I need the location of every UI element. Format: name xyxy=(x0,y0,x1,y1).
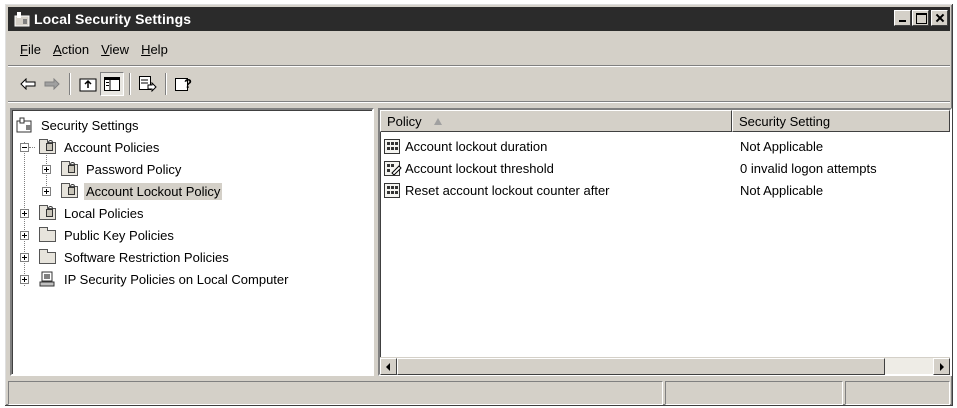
tree-item-password-policy[interactable]: Password Policy xyxy=(16,158,290,180)
status-bar xyxy=(8,381,950,405)
menu-action[interactable]: Action xyxy=(47,42,95,57)
list-row-account-lockout-duration[interactable]: Account lockout duration xyxy=(384,135,547,157)
expand-toggle[interactable] xyxy=(20,274,29,284)
back-icon xyxy=(20,78,36,90)
export-list-icon xyxy=(139,76,157,92)
toolbar-separator xyxy=(165,73,167,95)
toolbar: ? xyxy=(8,68,950,100)
menu-file[interactable]: File xyxy=(14,42,47,57)
menu-help[interactable]: Help xyxy=(135,42,174,57)
tree-item-security-settings[interactable]: Security Settings xyxy=(16,114,290,136)
status-panel-main xyxy=(8,381,663,405)
forward-icon xyxy=(44,78,60,90)
details-pane[interactable]: Policy Security Setting Account lockout … xyxy=(378,108,952,376)
selected-tree-label: Account Lockout Policy xyxy=(84,182,223,200)
status-panel xyxy=(665,381,843,405)
export-list-button[interactable] xyxy=(136,72,160,96)
folder-lock-icon xyxy=(39,139,57,155)
help-icon: ? xyxy=(175,76,192,91)
close-button[interactable] xyxy=(931,10,948,26)
policy-grid-icon xyxy=(384,182,402,199)
svg-text:?: ? xyxy=(184,76,192,91)
folder-lock-icon xyxy=(61,161,79,177)
tree-item-software-restriction-policies[interactable]: Software Restriction Policies xyxy=(16,246,290,268)
list-row-account-lockout-threshold[interactable]: Account lockout threshold xyxy=(384,157,554,179)
forward-button[interactable] xyxy=(40,72,64,96)
list-row-reset-account-lockout-counter[interactable]: Reset account lockout counter after xyxy=(384,179,610,201)
folder-icon xyxy=(39,249,57,265)
toolbar-separator xyxy=(129,73,131,95)
console-tree: Security Settings Account Policies Passw… xyxy=(16,114,290,290)
tree-item-ip-security-policies[interactable]: IP Security Policies on Local Computer xyxy=(16,268,290,290)
expand-toggle[interactable] xyxy=(42,186,51,196)
window-title: Local Security Settings xyxy=(34,11,192,27)
tree-item-public-key-policies[interactable]: Public Key Policies xyxy=(16,224,290,246)
policy-grid-icon xyxy=(384,138,402,155)
security-settings-icon xyxy=(16,117,34,133)
console-tree-pane[interactable]: Security Settings Account Policies Passw… xyxy=(10,108,374,376)
column-header-security-setting[interactable]: Security Setting xyxy=(732,110,950,132)
collapse-toggle[interactable] xyxy=(20,142,29,152)
policy-edit-icon xyxy=(384,160,402,177)
back-button[interactable] xyxy=(16,72,40,96)
up-one-level-button[interactable] xyxy=(76,72,100,96)
list-cell-setting: Not Applicable xyxy=(740,183,824,198)
expand-toggle[interactable] xyxy=(20,230,29,240)
sort-ascending-icon xyxy=(433,117,442,125)
folder-icon xyxy=(39,227,57,243)
up-folder-icon xyxy=(79,78,97,92)
scroll-right-button[interactable] xyxy=(933,358,950,375)
tree-item-account-lockout-policy[interactable]: Account Lockout Policy xyxy=(16,180,290,202)
mmc-window: Local Security Settings File Action View… xyxy=(4,3,954,407)
status-panel xyxy=(845,381,950,405)
maximize-button[interactable] xyxy=(912,10,929,26)
menu-separator xyxy=(8,65,950,67)
list-cell-setting: Not Applicable xyxy=(740,139,824,154)
scroll-thumb[interactable] xyxy=(397,358,885,375)
folder-lock-icon xyxy=(39,205,57,221)
tree-item-account-policies[interactable]: Account Policies xyxy=(16,136,290,158)
scroll-left-button[interactable] xyxy=(380,358,397,375)
tree-item-local-policies[interactable]: Local Policies xyxy=(16,202,290,224)
horizontal-scrollbar[interactable] xyxy=(380,357,950,375)
help-button[interactable]: ? xyxy=(172,72,196,96)
menu-view[interactable]: View xyxy=(95,42,135,57)
minimize-button[interactable] xyxy=(894,10,911,26)
toolbar-separator xyxy=(69,73,71,95)
title-bar[interactable]: Local Security Settings xyxy=(8,7,950,31)
expand-toggle[interactable] xyxy=(42,164,51,174)
show-hide-tree-button[interactable] xyxy=(100,72,124,96)
column-header-policy[interactable]: Policy xyxy=(380,110,732,132)
ip-security-computer-icon xyxy=(39,271,57,287)
folder-lock-icon xyxy=(61,183,79,199)
toolbar-separator-line xyxy=(8,101,950,103)
expand-toggle[interactable] xyxy=(20,252,29,262)
expand-toggle[interactable] xyxy=(20,208,29,218)
menu-bar: File Action View Help xyxy=(8,34,950,64)
show-hide-tree-icon xyxy=(104,77,120,91)
list-cell-setting: 0 invalid logon attempts xyxy=(740,161,877,176)
security-settings-icon xyxy=(14,11,30,27)
list-header: Policy Security Setting xyxy=(380,110,950,132)
